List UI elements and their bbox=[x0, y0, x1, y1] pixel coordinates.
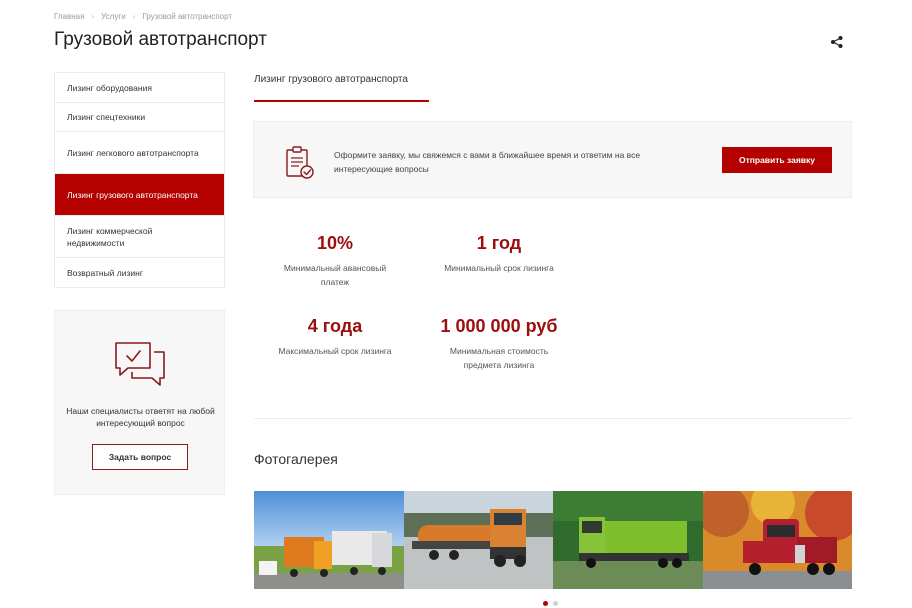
truck-photo bbox=[553, 491, 703, 589]
application-cta: Оформите заявку, мы свяжемся с вами в бл… bbox=[253, 121, 852, 198]
sidebar-menu: Лизинг оборудования Лизинг спецтехники Л… bbox=[54, 72, 225, 288]
stat-value: 1 000 000 руб bbox=[440, 316, 558, 336]
share-icon bbox=[831, 36, 843, 48]
stat-min-cost: 1 000 000 руб Минимальная стоимость пред… bbox=[428, 315, 570, 372]
stat-label: Минимальный срок лизинга bbox=[444, 263, 554, 273]
stat-min-advance: 10% Минимальный авансовый платеж bbox=[264, 232, 406, 289]
tab-truck-leasing[interactable]: Лизинг грузового автотранспорта bbox=[254, 74, 408, 85]
breadcrumb-separator-icon: › bbox=[91, 12, 95, 21]
breadcrumb-current: Грузовой автотранспорт bbox=[142, 12, 233, 21]
breadcrumb-home[interactable]: Главная bbox=[54, 12, 84, 21]
stat-label: Максимальный срок лизинга bbox=[278, 346, 392, 356]
stat-value: 10% bbox=[316, 233, 354, 253]
tab-active-indicator bbox=[254, 100, 429, 102]
help-box: Наши специалисты ответят на любой интере… bbox=[54, 310, 225, 495]
chat-bubbles-icon bbox=[115, 342, 165, 386]
stat-label: Минимальный авансовый платеж bbox=[283, 263, 387, 287]
sidebar-item-equipment-leasing[interactable]: Лизинг оборудования bbox=[55, 73, 224, 103]
sidebar-item-truck-leasing[interactable]: Лизинг грузового автотранспорта bbox=[55, 174, 224, 216]
sidebar-item-leaseback[interactable]: Возвратный лизинг bbox=[55, 258, 224, 288]
gallery-title: Фотогалерея bbox=[254, 451, 338, 467]
truck-photo bbox=[254, 491, 404, 589]
ask-question-button[interactable]: Задать вопрос bbox=[92, 444, 188, 470]
page-title: Грузовой автотранспорт bbox=[54, 29, 267, 50]
stat-value: 4 года bbox=[307, 316, 363, 336]
stat-min-term: 1 год Минимальный срок лизинга bbox=[428, 232, 570, 275]
gallery-photo[interactable] bbox=[702, 491, 852, 589]
truck-photo bbox=[403, 491, 553, 589]
photo-gallery bbox=[254, 491, 852, 589]
help-text: Наши специалисты ответят на любой интере… bbox=[66, 406, 215, 428]
breadcrumb-separator-icon: › bbox=[132, 12, 136, 21]
gallery-dot-1[interactable] bbox=[543, 601, 548, 606]
send-application-button[interactable]: Отправить заявку bbox=[722, 147, 832, 173]
document-check-icon bbox=[286, 146, 314, 179]
truck-photo bbox=[702, 491, 852, 589]
stat-value: 1 год bbox=[476, 233, 522, 253]
breadcrumb: Главная › Услуги › Грузовой автотранспор… bbox=[54, 12, 232, 21]
stat-max-term: 4 года Максимальный срок лизинга bbox=[264, 315, 406, 358]
gallery-dot-2[interactable] bbox=[553, 601, 558, 606]
sidebar-item-car-leasing[interactable]: Лизинг легкового автотранспорта bbox=[55, 132, 224, 174]
gallery-photo[interactable] bbox=[254, 491, 404, 589]
stat-label: Минимальная стоимость предмета лизинга bbox=[449, 346, 549, 370]
share-button[interactable] bbox=[828, 33, 846, 51]
breadcrumb-services[interactable]: Услуги bbox=[101, 12, 126, 21]
sidebar-item-special-machinery-leasing[interactable]: Лизинг спецтехники bbox=[55, 103, 224, 132]
gallery-photo[interactable] bbox=[553, 491, 703, 589]
gallery-photo[interactable] bbox=[403, 491, 553, 589]
gallery-pagination bbox=[543, 601, 558, 606]
sidebar-item-commercial-realty-leasing[interactable]: Лизинг коммерческой недвижимости bbox=[55, 216, 224, 258]
section-divider bbox=[254, 418, 852, 419]
cta-text: Оформите заявку, мы свяжемся с вами в бл… bbox=[334, 150, 641, 174]
